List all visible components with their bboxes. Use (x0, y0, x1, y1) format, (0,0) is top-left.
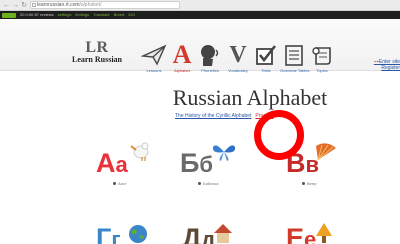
caption-text: Аист (118, 181, 127, 186)
letter-upper: Г (96, 223, 112, 244)
nav-label: Phonetics (201, 68, 219, 73)
caption-text: Веер (307, 181, 317, 186)
letter-lower: г (111, 227, 121, 244)
letter-card-ye[interactable]: Ее (286, 225, 316, 244)
checkbox-icon (252, 42, 280, 68)
nav-lessons[interactable]: Lessons (140, 42, 168, 73)
head-sound-icon (196, 42, 224, 68)
site-header: LR Learn Russian Lessons A Alphabet Phon… (0, 19, 400, 74)
bookmark-item[interactable]: EIG (128, 13, 135, 17)
letter-upper: А (96, 148, 116, 178)
bullet-icon (113, 182, 116, 186)
letter-upper: Е (286, 223, 305, 244)
nav-label: Tests (261, 68, 271, 73)
stork-icon (130, 142, 149, 161)
nav-label: Vocabulary (228, 68, 248, 73)
forward-icon[interactable]: → (12, 2, 19, 9)
address-bar[interactable]: learnrussian.rt.com/alphabet/ (30, 1, 180, 9)
fan-icon (316, 143, 336, 161)
nav-label: Grammar Tables (280, 68, 310, 73)
sub-links: The History of the Cyrillic Alphabet Prac… (175, 113, 273, 119)
bullet-icon (302, 182, 305, 186)
user-links: ⊶Enter site Register (366, 59, 400, 71)
bookmark-item[interactable]: Bored (114, 13, 125, 17)
site-logo[interactable]: LR Learn Russian (62, 39, 132, 65)
bookmark-item[interactable]: settings (58, 13, 72, 17)
reload-icon[interactable]: ↻ (21, 2, 27, 9)
letter-lower: б (199, 152, 213, 177)
back-icon[interactable]: ← (3, 2, 10, 9)
letter-caption: Веер (302, 181, 316, 186)
url-host: learnrussian.rt.com (37, 2, 80, 8)
nav-tests[interactable]: Tests (252, 42, 280, 73)
letter-upper: Д (182, 223, 202, 244)
letter-caption: Бабочка (198, 181, 218, 186)
fir-tree-icon (316, 223, 332, 243)
letter-v-icon: V (229, 42, 247, 68)
browser-toolbar: ← → ↻ learnrussian.rt.com/alphabet/ (0, 0, 400, 11)
page-icon (32, 3, 36, 7)
bookmark-item[interactable]: findings (75, 13, 89, 17)
table-icon (280, 42, 308, 68)
page-title: Russian Alphabet (172, 85, 328, 110)
bookmark-item[interactable]: Translate (93, 13, 110, 17)
nav-label: Lessons (146, 68, 162, 73)
history-link[interactable]: The History of the Cyrillic Alphabet (175, 113, 251, 119)
nav-grammar-tables[interactable]: Grammar Tables (280, 42, 310, 73)
butterfly-icon (212, 145, 236, 161)
bookmark-item[interactable]: 20 0:00 87 reviews (20, 13, 54, 17)
register-link[interactable]: Register (366, 65, 400, 71)
letter-caption: Аист (113, 181, 127, 186)
nav-topics[interactable]: Topics (308, 42, 336, 73)
nav-alphabet[interactable]: A Alphabet (168, 40, 196, 74)
letter-card-a[interactable]: Аа (96, 150, 128, 177)
scroll-icon (308, 42, 336, 68)
letter-card-d[interactable]: Дд (182, 225, 215, 244)
highlight-circle (254, 110, 304, 160)
url-path: /alphabet/ (79, 2, 102, 8)
house-icon (214, 224, 232, 243)
caption-text: Бабочка (203, 181, 219, 186)
letter-card-b[interactable]: Бб (180, 150, 213, 177)
letter-lower: а (115, 152, 128, 177)
logo-mark: LR (85, 39, 109, 56)
letter-a-icon: A (172, 40, 192, 69)
letter-card-g[interactable]: Гг (96, 225, 120, 244)
nav-phonetics[interactable]: Phonetics (196, 42, 224, 73)
bookmark-logo-icon[interactable] (2, 12, 16, 18)
nav-label: Topics (316, 68, 328, 73)
bookmarks-bar: 20 0:00 87 reviews settings findings Tra… (0, 11, 400, 19)
globe-icon (129, 225, 147, 243)
letter-upper: Б (180, 148, 200, 178)
bullet-icon (198, 182, 201, 186)
nav-vocabulary[interactable]: V Vocabulary (224, 42, 252, 73)
paper-plane-icon (140, 42, 168, 68)
logo-name: Learn Russian (71, 55, 122, 64)
